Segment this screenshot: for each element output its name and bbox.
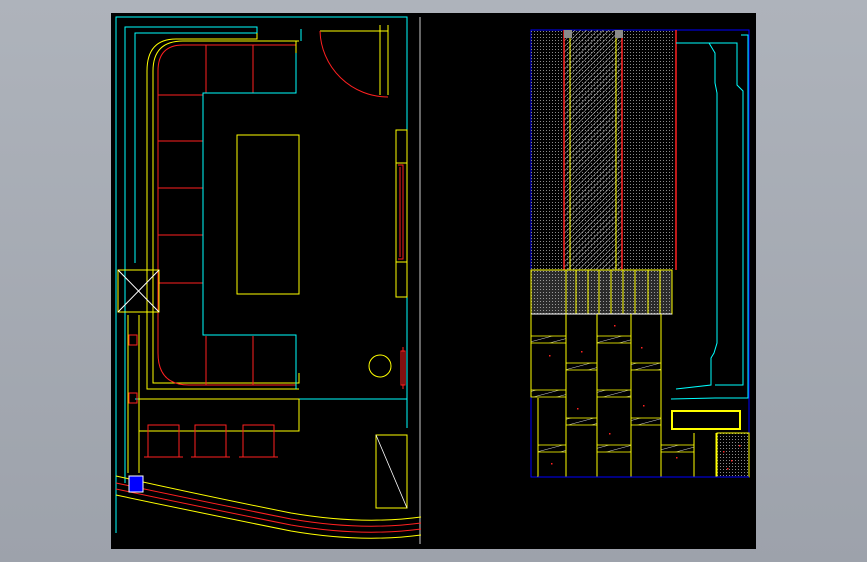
side-cabinet — [375, 434, 408, 509]
sofa-back — [202, 41, 297, 389]
elevation — [530, 29, 750, 478]
drawing-canvas — [115, 16, 750, 544]
outer-wall — [115, 16, 408, 533]
bar-counter — [138, 398, 300, 432]
floor-plan — [115, 16, 422, 544]
door — [300, 25, 389, 98]
round-side-table — [368, 354, 392, 378]
left-column-strip — [127, 315, 140, 473]
bar-stools — [144, 424, 278, 458]
coffee-table — [236, 134, 300, 295]
tv-unit — [395, 129, 408, 298]
sofa-cushions — [158, 45, 254, 385]
sofa-outline — [152, 40, 300, 384]
sofa-inner — [146, 33, 299, 390]
cad-viewport[interactable] — [111, 13, 756, 549]
sofa-seat — [157, 44, 296, 386]
cad-window-frame — [0, 0, 867, 562]
curved-exterior-wall — [115, 475, 422, 539]
